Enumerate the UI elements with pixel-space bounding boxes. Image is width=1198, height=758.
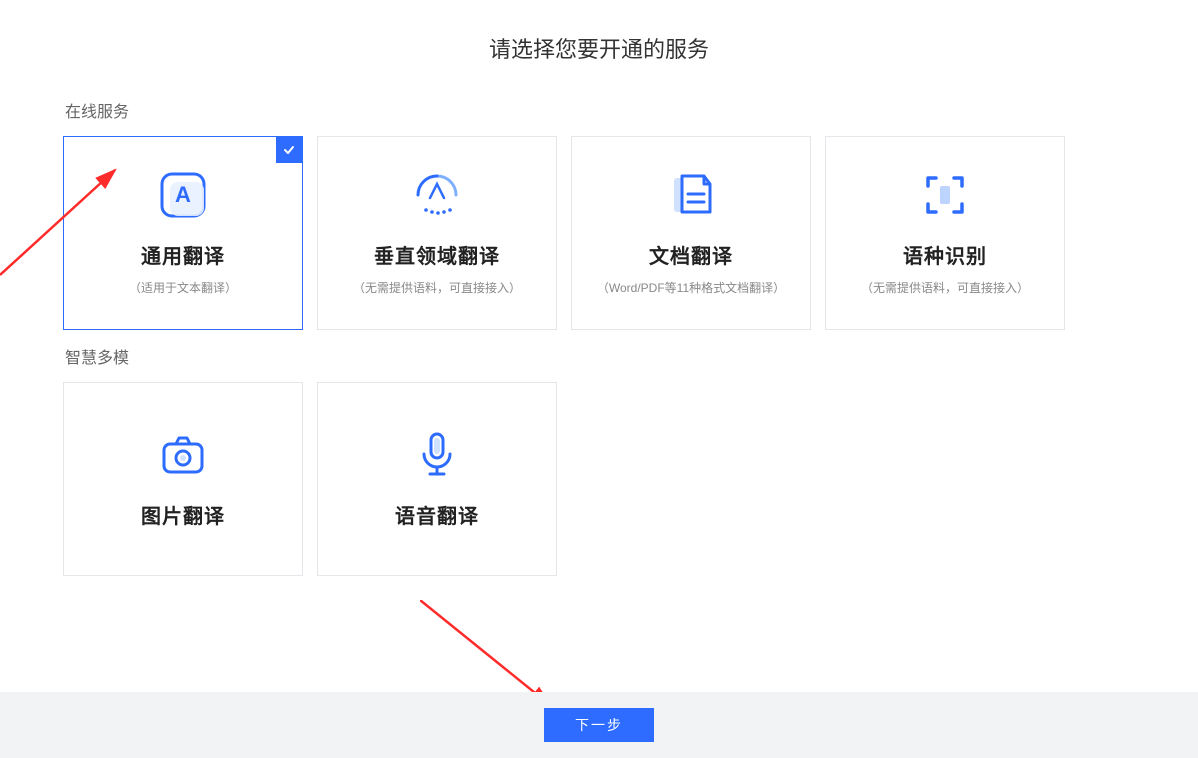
service-card-title: 语种识别 bbox=[903, 240, 987, 269]
section-online-label: 在线服务 bbox=[65, 98, 1139, 122]
service-card-sub: （无需提供语料，可直接接入） bbox=[353, 279, 521, 296]
svg-text:A: A bbox=[175, 182, 191, 207]
service-card-sub: （无需提供语料，可直接接入） bbox=[861, 279, 1029, 296]
service-card-title: 文档翻译 bbox=[649, 240, 733, 269]
microphone-icon bbox=[410, 420, 464, 490]
service-card-sub: （适用于文本翻译） bbox=[129, 279, 237, 296]
service-card-image-translation[interactable]: 图片翻译 bbox=[63, 382, 303, 576]
service-card-voice-translation[interactable]: 语音翻译 bbox=[317, 382, 557, 576]
service-card-sub: （Word/PDF等11种格式文档翻译） bbox=[597, 279, 785, 296]
service-card-title: 垂直领域翻译 bbox=[374, 240, 500, 269]
service-card-general-translation[interactable]: A 通用翻译 （适用于文本翻译） bbox=[63, 136, 303, 330]
service-card-title: 通用翻译 bbox=[141, 240, 225, 269]
service-card-document-translation[interactable]: 文档翻译 （Word/PDF等11种格式文档翻译） bbox=[571, 136, 811, 330]
service-card-vertical-translation[interactable]: 垂直领域翻译 （无需提供语料，可直接接入） bbox=[317, 136, 557, 330]
camera-icon bbox=[156, 420, 210, 490]
section-multimodal-label: 智慧多模 bbox=[65, 344, 1139, 368]
detect-icon bbox=[918, 160, 972, 230]
service-card-title: 语音翻译 bbox=[395, 500, 479, 529]
service-card-language-detect[interactable]: 语种识别 （无需提供语料，可直接接入） bbox=[825, 136, 1065, 330]
check-icon bbox=[276, 137, 302, 163]
next-button[interactable]: 下一步 bbox=[544, 708, 654, 742]
service-card-title: 图片翻译 bbox=[141, 500, 225, 529]
scope-icon bbox=[410, 160, 464, 230]
document-icon bbox=[664, 160, 718, 230]
letter-a-icon: A bbox=[156, 160, 210, 230]
page-title: 请选择您要开通的服务 bbox=[0, 0, 1198, 84]
